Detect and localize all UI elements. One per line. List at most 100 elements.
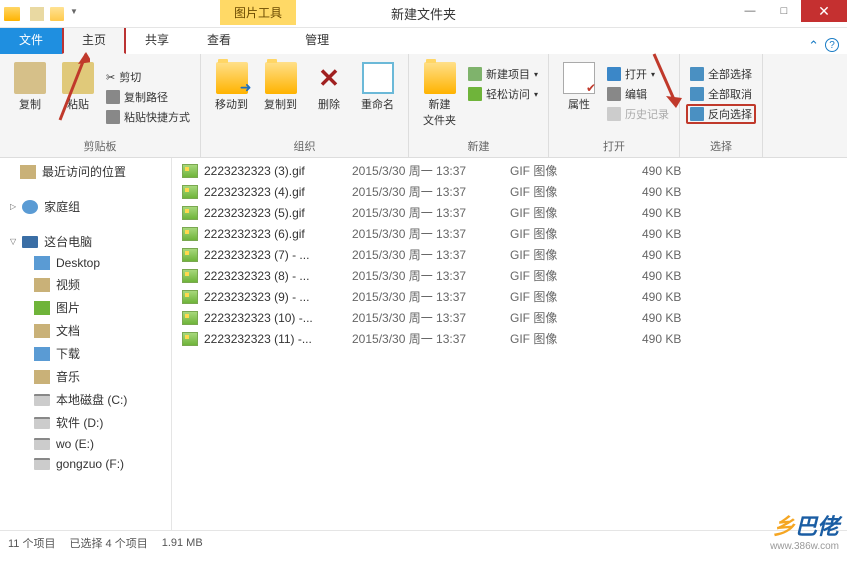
sidebar-item-drive-c[interactable]: 本地磁盘 (C:) [0, 388, 171, 411]
table-row[interactable]: 2223232323 (7) - ...2015/3/30 周一 13:37GI… [172, 244, 847, 265]
sidebar-item-drive-f[interactable]: gongzuo (F:) [0, 454, 171, 474]
table-row[interactable]: 2223232323 (5).gif2015/3/30 周一 13:37GIF … [172, 202, 847, 223]
open-icon [607, 67, 621, 81]
cut-button[interactable]: ✂剪切 [102, 67, 194, 87]
open-button[interactable]: 打开 ▾ [603, 64, 673, 84]
gif-icon [182, 269, 198, 283]
app-icon [4, 7, 20, 21]
group-label-organize: 组织 [207, 136, 402, 157]
sidebar-item-homegroup[interactable]: ▷家庭组 [0, 195, 171, 218]
disk-icon [34, 394, 50, 406]
table-row[interactable]: 2223232323 (10) -...2015/3/30 周一 13:37GI… [172, 307, 847, 328]
new-item-icon [468, 67, 482, 81]
watermark: 乡巴佬 www.386w.com [770, 509, 839, 552]
new-folder-button[interactable]: 新建 文件夹 [415, 58, 464, 136]
copy-button[interactable]: 复制 [6, 58, 54, 136]
sidebar-item-drive-d[interactable]: 软件 (D:) [0, 411, 171, 434]
pictures-icon [34, 301, 50, 315]
properties-icon: ✔ [563, 62, 595, 94]
paste-button[interactable]: 粘贴 [54, 58, 102, 136]
gif-icon [182, 185, 198, 199]
sidebar-item-desktop[interactable]: Desktop [0, 253, 171, 273]
select-all-button[interactable]: 全部选择 [686, 64, 756, 84]
table-row[interactable]: 2223232323 (8) - ...2015/3/30 周一 13:37GI… [172, 265, 847, 286]
sidebar-item-pictures[interactable]: 图片 [0, 296, 171, 319]
gif-icon [182, 290, 198, 304]
sidebar-item-videos[interactable]: 视频 [0, 273, 171, 296]
watermark-text: 巴佬 [795, 514, 839, 539]
gif-icon [182, 248, 198, 262]
select-all-icon [690, 67, 704, 81]
edit-button[interactable]: 编辑 [603, 84, 673, 104]
homegroup-icon [22, 200, 38, 214]
sidebar-item-this-pc[interactable]: ▽这台电脑 [0, 230, 171, 253]
history-button[interactable]: 历史记录 [603, 104, 673, 124]
tab-manage[interactable]: 管理 [286, 25, 348, 54]
window-title: 新建文件夹 [391, 4, 456, 23]
select-none-button[interactable]: 全部取消 [686, 84, 756, 104]
status-items-count: 11 个项目 [8, 535, 55, 551]
tab-view[interactable]: 查看 [188, 25, 250, 54]
new-folder-icon [424, 62, 456, 94]
delete-button[interactable]: ✕ 删除 [305, 58, 353, 136]
recent-icon [20, 165, 36, 179]
expand-icon[interactable]: ▷ [10, 202, 16, 211]
collapse-icon[interactable]: ▽ [10, 237, 16, 246]
gif-icon [182, 227, 198, 241]
table-row[interactable]: 2223232323 (3).gif2015/3/30 周一 13:37GIF … [172, 160, 847, 181]
close-button[interactable]: ✕ [801, 0, 847, 22]
qat-properties-icon[interactable] [30, 7, 44, 21]
status-selected-count: 已选择 4 个项目 [69, 535, 147, 551]
tab-home[interactable]: 主页 [62, 24, 126, 54]
copy-to-button[interactable]: 复制到 [256, 58, 305, 136]
disk-icon [34, 458, 50, 470]
invert-selection-button[interactable]: 反向选择 [686, 104, 756, 124]
easy-access-button[interactable]: 轻松访问 ▾ [464, 84, 542, 104]
help-icon[interactable]: ? [825, 38, 839, 52]
navigation-pane: 最近访问的位置 ▷家庭组 ▽这台电脑 Desktop 视频 图片 文档 下载 音… [0, 158, 172, 530]
desktop-icon [34, 256, 50, 270]
videos-icon [34, 278, 50, 292]
tab-share[interactable]: 共享 [126, 25, 188, 54]
documents-icon [34, 324, 50, 338]
ribbon: 复制 粘贴 ✂剪切 复制路径 粘贴快捷方式 剪贴板 ➜ 移动到 复制到 [0, 54, 847, 158]
tab-file[interactable]: 文件 [0, 25, 62, 54]
sidebar-item-music[interactable]: 音乐 [0, 365, 171, 388]
paste-shortcut-button[interactable]: 粘贴快捷方式 [102, 107, 194, 127]
table-row[interactable]: 2223232323 (6).gif2015/3/30 周一 13:37GIF … [172, 223, 847, 244]
downloads-icon [34, 347, 50, 361]
ribbon-tabs: 文件 主页 共享 查看 管理 ⌃ ? [0, 28, 847, 54]
qat-dropdown-icon[interactable]: ▼ [70, 7, 78, 21]
sidebar-item-recent[interactable]: 最近访问的位置 [0, 160, 171, 183]
qat-newfolder-icon[interactable] [50, 7, 64, 21]
group-label-new: 新建 [415, 136, 542, 157]
table-row[interactable]: 2223232323 (11) -...2015/3/30 周一 13:37GI… [172, 328, 847, 349]
new-item-button[interactable]: 新建项目 ▾ [464, 64, 542, 84]
sidebar-item-drive-e[interactable]: wo (E:) [0, 434, 171, 454]
sidebar-item-documents[interactable]: 文档 [0, 319, 171, 342]
paste-icon [62, 62, 94, 94]
minimize-button[interactable]: — [733, 0, 767, 22]
table-row[interactable]: 2223232323 (9) - ...2015/3/30 周一 13:37GI… [172, 286, 847, 307]
properties-button[interactable]: ✔ 属性 [555, 58, 603, 136]
main-area: 最近访问的位置 ▷家庭组 ▽这台电脑 Desktop 视频 图片 文档 下载 音… [0, 158, 847, 530]
copy-path-button[interactable]: 复制路径 [102, 87, 194, 107]
music-icon [34, 370, 50, 384]
move-to-icon: ➜ [216, 62, 248, 94]
paste-shortcut-icon [106, 110, 120, 124]
move-to-button[interactable]: ➜ 移动到 [207, 58, 256, 136]
sidebar-item-downloads[interactable]: 下载 [0, 342, 171, 365]
file-list[interactable]: 2223232323 (3).gif2015/3/30 周一 13:37GIF … [172, 158, 847, 530]
minimize-ribbon-icon[interactable]: ⌃ [808, 38, 819, 54]
maximize-button[interactable]: □ [767, 0, 801, 22]
ribbon-group-select: 全部选择 全部取消 反向选择 选择 [680, 54, 763, 157]
quick-access-toolbar: ▼ [30, 7, 78, 21]
rename-button[interactable]: 重命名 [353, 58, 402, 136]
table-row[interactable]: 2223232323 (4).gif2015/3/30 周一 13:37GIF … [172, 181, 847, 202]
invert-selection-icon [690, 107, 704, 121]
status-bar: 11 个项目 已选择 4 个项目 1.91 MB [0, 530, 847, 554]
copy-icon [14, 62, 46, 94]
watermark-url: www.386w.com [770, 541, 839, 552]
pc-icon [22, 236, 38, 248]
ribbon-group-open: ✔ 属性 打开 ▾ 编辑 历史记录 打开 [549, 54, 680, 157]
